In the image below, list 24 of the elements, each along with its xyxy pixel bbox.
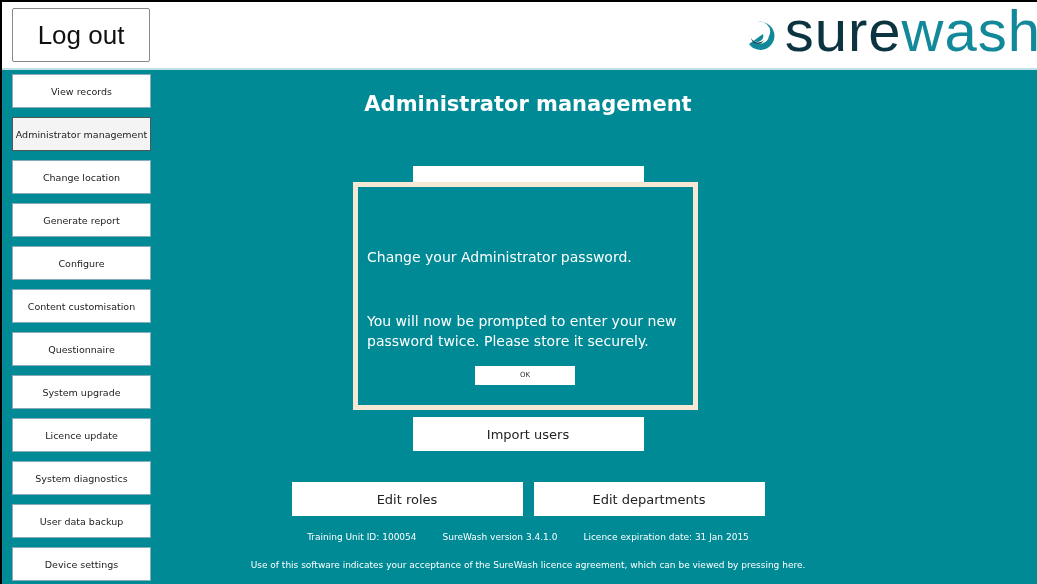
sidebar-item[interactable]: Configure (12, 246, 151, 280)
sidebar-item[interactable]: System diagnostics (12, 461, 151, 495)
dialog-message: Change your Administrator password. (367, 249, 633, 265)
sidebar-item[interactable]: Licence update (12, 418, 151, 452)
licence-notice: Use of this software indicates your acceptance of the SureWash licence agreement, which can be viewed by pressing here. (250, 560, 806, 570)
logo-text: surewash (784, 2, 1037, 60)
info-text: Licence expiration date: 31 Jan 2015 (583, 532, 749, 542)
logout-button[interactable]: Log out (12, 8, 150, 62)
page-title: Administrator management (364, 92, 692, 116)
sidebar-item[interactable]: Change location (12, 160, 151, 194)
import-users-button[interactable]: Import users (412, 417, 644, 451)
sidebar-item[interactable]: Generate report (12, 203, 151, 237)
sidebar-item[interactable]: User data backup (12, 504, 151, 538)
sidebar-item[interactable]: System upgrade (12, 375, 151, 409)
sidebar-item[interactable]: Content customisation (12, 289, 151, 323)
info-text: SureWash version 3.4.1.0 (442, 532, 558, 542)
sidebar-item[interactable]: Questionnaire (12, 332, 151, 366)
edit-button[interactable]: Edit departments (533, 482, 765, 516)
info-text: Training Unit ID: 100054 (307, 532, 417, 542)
dialog-detail: You will now be prompted to enter your new password twice. Please store it securely. (367, 312, 678, 352)
edit-button[interactable]: Edit roles (291, 482, 523, 516)
sidebar-item[interactable]: View records (12, 74, 151, 108)
sidebar-item[interactable]: Device settings (12, 547, 151, 581)
sidebar-item[interactable]: Administrator management (12, 117, 151, 151)
